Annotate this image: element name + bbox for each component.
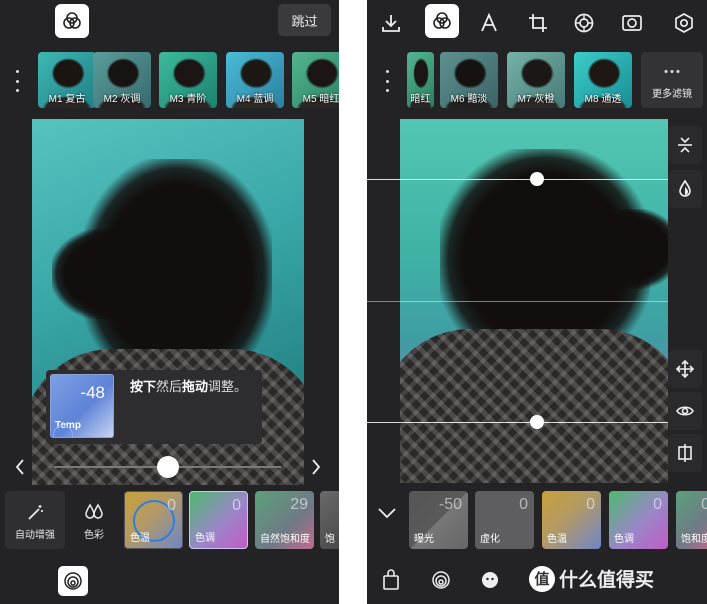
adjustment-value: 0 <box>701 496 707 513</box>
adjustment-value: 0 <box>653 496 662 513</box>
adjustment-saturation[interactable]: 0 饱和度 <box>676 491 707 549</box>
adjustment-temperature[interactable]: 0 色温 <box>124 491 183 549</box>
text-tool-icon[interactable] <box>475 9 503 37</box>
filters-tab-button[interactable] <box>425 4 459 38</box>
more-filters-button[interactable]: 更多滤镜 <box>641 52 703 108</box>
gradient-middle-line[interactable] <box>367 301 668 302</box>
adjust-slider-handle[interactable] <box>156 456 179 478</box>
color-tool-button[interactable]: 色彩 <box>68 491 120 549</box>
chevron-down-icon[interactable] <box>377 506 397 520</box>
adjustment-label: 色调 <box>614 534 634 545</box>
temp-preview-tile: -48 Temp <box>50 374 114 438</box>
color-drops-icon <box>83 503 105 523</box>
filter-label: M7 灰橙 <box>517 94 555 105</box>
adjustment-value: 0 <box>586 496 595 513</box>
auto-enhance-label: 自动增强 <box>15 530 55 541</box>
filter-thumbnail[interactable]: M1 复古 <box>38 52 96 108</box>
edit-tab-button[interactable] <box>58 566 88 596</box>
adjustment-label: 饱 <box>325 534 335 545</box>
swirl-icon <box>64 572 82 590</box>
lens-icon[interactable] <box>570 9 598 37</box>
filter-label: M3 青阶 <box>169 94 207 105</box>
color-tool-label: 色彩 <box>84 530 104 541</box>
adjustment-label: 饱和度 <box>681 534 707 545</box>
right-screen: 暗红 M6 黯淡 M7 灰橙 M8 通透 更多滤镜 -50 曝光 0 虚化 0 … <box>367 0 707 604</box>
adjustment-value: 0 <box>167 497 176 514</box>
chevron-right-icon[interactable] <box>310 458 322 476</box>
watermark-badge: 值 <box>529 565 555 592</box>
move-icon[interactable] <box>668 350 702 388</box>
adjustment-vibrance[interactable]: 29 自然饱和度 <box>255 491 314 549</box>
filter-label: M8 通透 <box>584 94 622 105</box>
adjustment-tint[interactable]: 0 色调 <box>609 491 668 549</box>
filter-label: M1 复古 <box>48 94 86 105</box>
adjustment-label: 自然饱和度 <box>260 534 310 545</box>
adjustment-exposure[interactable]: -50 曝光 <box>409 491 468 549</box>
filter-label: M6 黯淡 <box>450 94 488 105</box>
adjustment-value: 0 <box>519 496 528 513</box>
filter-label: M5 暗红 <box>302 94 339 105</box>
filter-thumbnail[interactable]: M5 暗红 <box>292 52 339 108</box>
adjustment-label: 色温 <box>130 533 150 544</box>
gradient-top-handle[interactable] <box>530 172 544 186</box>
adjustment-value: 29 <box>290 496 308 513</box>
watermark-text: 什么值得买 <box>559 570 655 591</box>
filter-label: M4 蓝调 <box>236 94 274 105</box>
adjustment-value: -50 <box>438 496 462 513</box>
face-icon[interactable] <box>478 568 502 592</box>
filter-thumbnail[interactable]: M3 青阶 <box>159 52 217 108</box>
filter-thumbnail[interactable]: 暗红 <box>407 52 434 108</box>
crop-icon[interactable] <box>524 9 552 37</box>
filters-icon <box>63 12 81 29</box>
filter-label: M2 灰调 <box>103 94 141 105</box>
skip-button[interactable]: 跳过 <box>278 4 331 36</box>
download-icon[interactable] <box>377 9 405 37</box>
adjustment-temperature[interactable]: 0 色温 <box>542 491 601 549</box>
adjustment-label: 虚化 <box>480 534 500 545</box>
eye-icon[interactable] <box>668 392 702 430</box>
filter-label: 暗红 <box>410 94 431 105</box>
left-screen: 跳过 M1 复古 M2 灰调 M3 青阶 M4 蓝调 M5 暗红 -48 Tem… <box>0 0 339 604</box>
chevron-left-icon[interactable] <box>14 458 26 476</box>
adjustment-blur[interactable]: 0 虚化 <box>475 491 534 549</box>
filter-thumbnail[interactable]: M8 通透 <box>574 52 632 108</box>
photo-hair-strands <box>580 209 668 289</box>
adjustment-label: 色温 <box>547 534 567 545</box>
flip-vertical-icon[interactable] <box>668 126 702 164</box>
more-options-icon[interactable] <box>384 70 390 92</box>
shopping-bag-icon[interactable] <box>379 568 403 592</box>
adjustment-tint[interactable]: 0 色调 <box>189 491 248 549</box>
adjust-hint-tooltip: -48 Temp 按下然后拖动调整。 <box>46 370 262 444</box>
compare-icon[interactable] <box>668 434 702 472</box>
vignette-icon[interactable] <box>618 9 646 37</box>
filters-tab-button[interactable] <box>55 4 89 38</box>
filter-thumbnail[interactable]: M7 灰橙 <box>507 52 565 108</box>
filter-thumbnail[interactable]: M4 蓝调 <box>226 52 284 108</box>
more-options-icon[interactable] <box>14 70 20 92</box>
ellipsis-icon <box>664 70 680 73</box>
gradient-bottom-handle[interactable] <box>530 415 544 429</box>
temp-value: -48 <box>80 383 105 402</box>
watermark: 值 什么值得买 <box>529 565 654 592</box>
adjustment-label: 曝光 <box>414 534 434 545</box>
photo-shirt <box>400 329 668 483</box>
photo-hair-strands <box>52 229 162 319</box>
filters-icon <box>433 12 451 29</box>
swirl-icon[interactable] <box>429 568 453 592</box>
filter-thumbnail[interactable]: M2 灰调 <box>93 52 151 108</box>
drop-icon[interactable] <box>668 170 702 208</box>
gradient-top-line[interactable] <box>367 179 668 180</box>
gradient-bottom-line[interactable] <box>367 422 668 423</box>
adjustment-label: 色调 <box>195 533 215 544</box>
mask-tools-sidebar <box>668 126 702 472</box>
settings-icon[interactable] <box>670 9 698 37</box>
auto-enhance-button[interactable]: 自动增强 <box>5 491 65 549</box>
hint-text: 按下然后拖动调整。 <box>130 379 248 394</box>
filter-thumbnail[interactable]: M6 黯淡 <box>440 52 498 108</box>
adjustment-value: 0 <box>232 497 241 514</box>
adjustment-saturation-partial[interactable]: 饱 <box>320 491 339 549</box>
touch-indicator <box>53 425 73 437</box>
magic-wand-icon <box>25 503 45 523</box>
more-filters-label: 更多滤镜 <box>652 89 692 100</box>
